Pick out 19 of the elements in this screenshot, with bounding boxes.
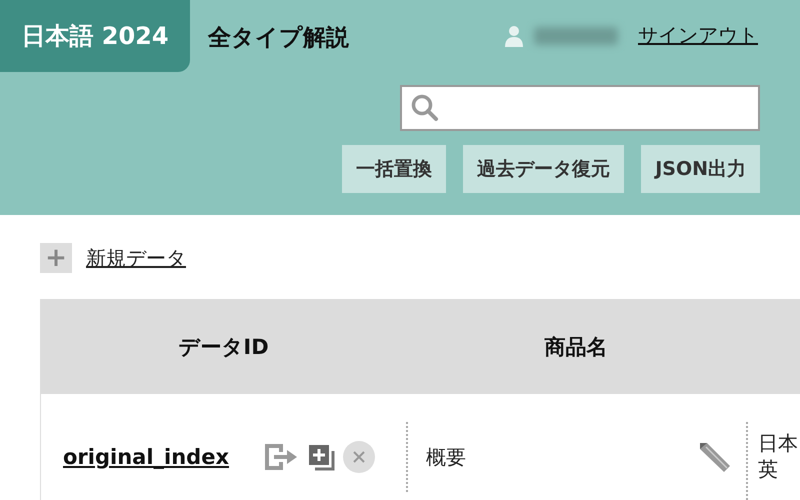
table-cell: 英 <box>758 456 778 482</box>
duplicate-icon[interactable] <box>307 443 336 471</box>
toolbar-button[interactable]: 一括置換 <box>342 145 446 193</box>
new-data-link[interactable]: 新規データ <box>86 244 186 272</box>
sign-out-link[interactable]: サインアウト <box>638 22 758 49</box>
column-header: データID <box>177 334 270 360</box>
search-icon <box>410 93 440 123</box>
user-icon <box>504 24 524 46</box>
page-title: 全タイプ解説 <box>208 24 349 53</box>
app-logo[interactable]: 日本語 2024 <box>0 0 190 72</box>
table-cell: 日本 <box>758 430 798 456</box>
id-link[interactable]: original_index <box>63 445 230 469</box>
column-header: 商品名 <box>544 334 608 360</box>
toolbar-button[interactable]: 過去データ復元 <box>463 145 624 193</box>
toolbar-button[interactable]: JSON出力 <box>641 145 760 193</box>
delete-icon[interactable] <box>343 441 376 473</box>
export-icon[interactable] <box>265 444 300 470</box>
search-field[interactable] <box>400 85 760 131</box>
table-cell: 概要 <box>426 444 466 470</box>
